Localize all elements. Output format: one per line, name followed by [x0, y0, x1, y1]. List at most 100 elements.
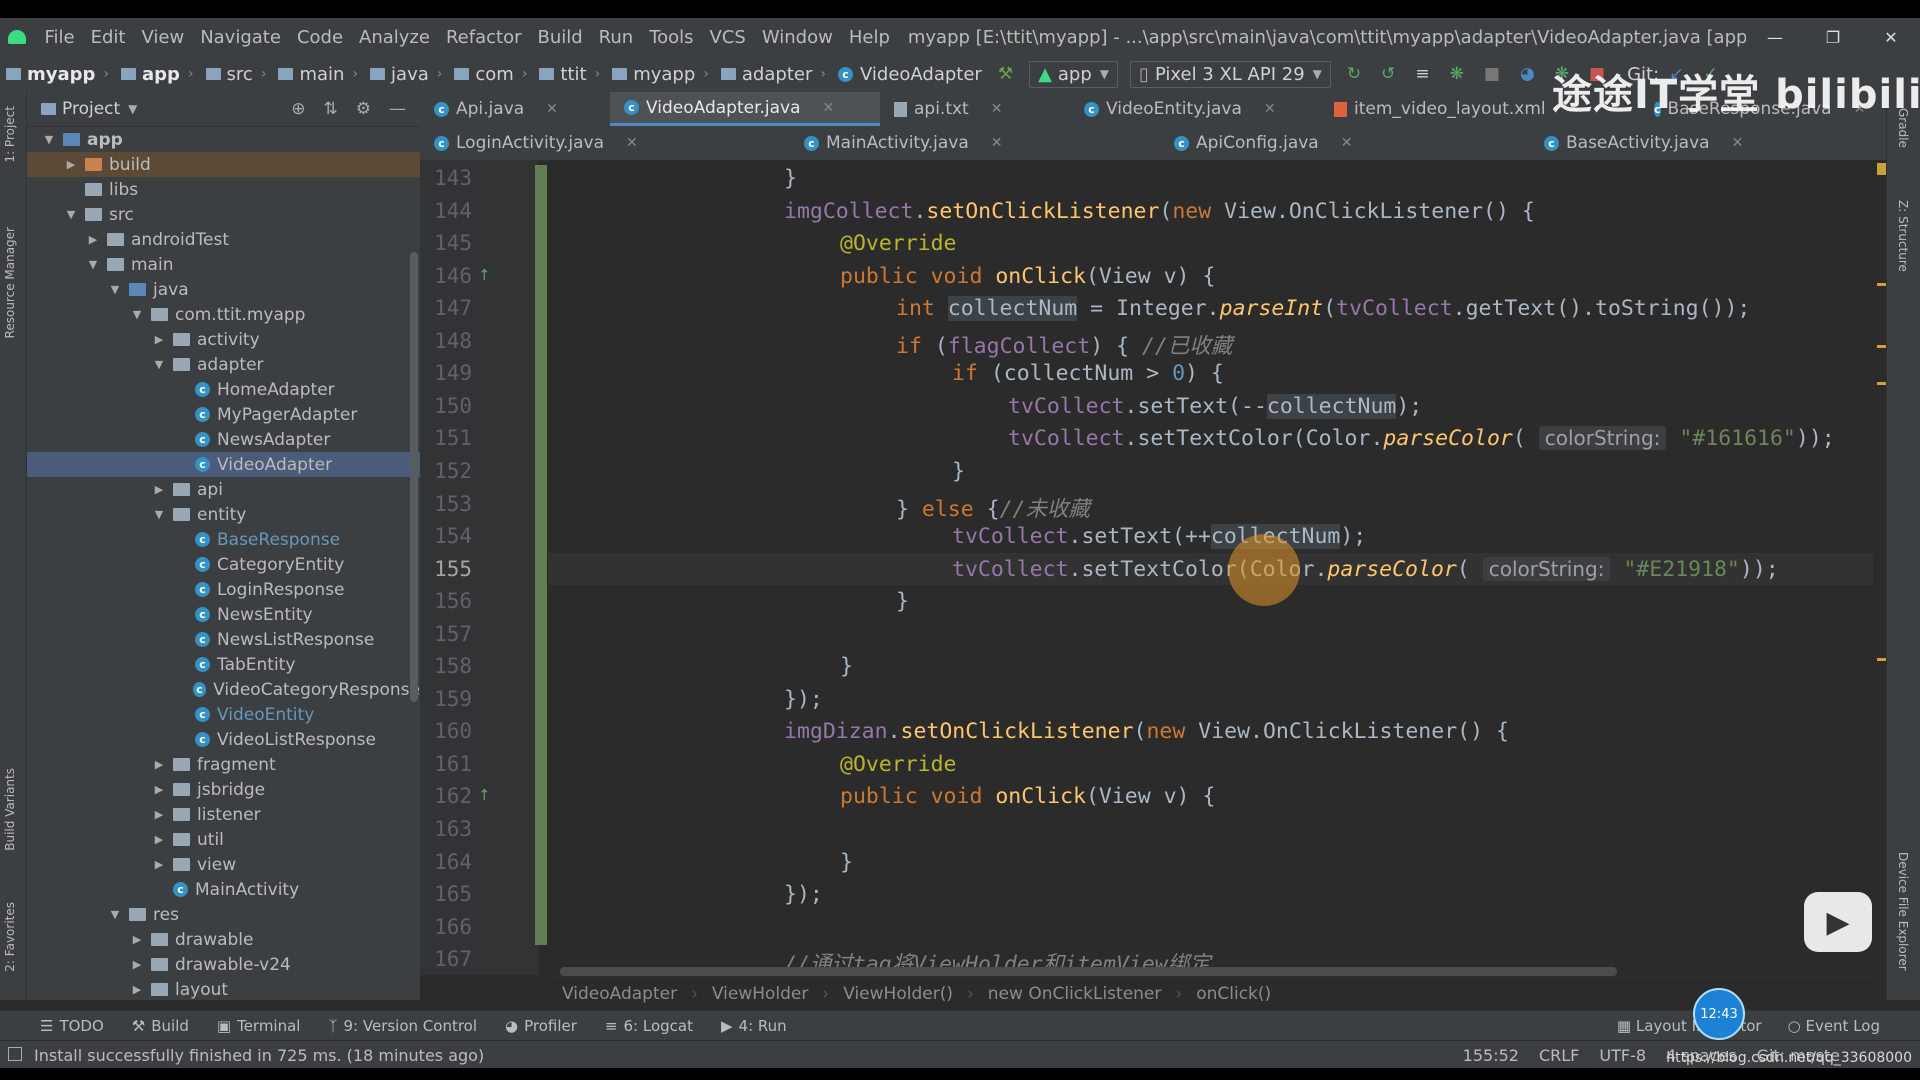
tree-node-mypageradapter[interactable]: c MyPagerAdapter [27, 402, 420, 427]
tab-api-txt[interactable]: api.txt ✕ [880, 92, 1070, 126]
rerun-icon[interactable]: ↻ [1347, 64, 1361, 84]
caret-position[interactable]: 155:52 [1463, 1046, 1519, 1065]
close-tab-icon[interactable]: ✕ [546, 101, 558, 117]
tab-mainactivity-java[interactable]: c MainActivity.java ✕ [790, 126, 1160, 160]
make-project-hammer-icon[interactable]: ⚒ [998, 64, 1013, 84]
path-crumb[interactable]: java › [364, 64, 448, 85]
menu-item-help[interactable]: Help [841, 27, 898, 48]
inspection-status-icon[interactable] [1877, 163, 1886, 175]
coverage-icon[interactable]: ■ [1484, 64, 1500, 84]
play-icon[interactable]: ▶ [1804, 892, 1872, 952]
collapsed-arrow-icon[interactable]: ▶ [151, 783, 167, 796]
path-crumb[interactable]: ttit › [533, 64, 606, 85]
expanded-arrow-icon[interactable]: ▼ [63, 208, 79, 221]
path-crumb[interactable]: main › [272, 64, 364, 85]
collapsed-arrow-icon[interactable]: ▶ [151, 483, 167, 496]
override-marker-icon[interactable]: ↑ [478, 266, 491, 284]
tree-node-listener[interactable]: ▶ listener [27, 802, 420, 827]
collapse-all-icon[interactable]: ⇅ [324, 99, 338, 119]
minimize-icon[interactable]: — [1746, 28, 1804, 47]
menu-item-analyze[interactable]: Analyze [351, 27, 438, 48]
tab-api-java[interactable]: c Api.java ✕ [420, 92, 610, 126]
tree-node-src[interactable]: ▼ src [27, 202, 420, 227]
hide-icon[interactable]: — [389, 99, 406, 119]
tree-node-mainactivity[interactable]: c MainActivity [27, 877, 420, 902]
menu-item-vcs[interactable]: VCS [702, 27, 754, 48]
menu-item-view[interactable]: View [133, 27, 192, 48]
close-tab-icon[interactable]: ✕ [823, 100, 835, 116]
todo-tool-button[interactable]: ☰ TODO [40, 1017, 104, 1035]
collapsed-arrow-icon[interactable]: ▶ [129, 933, 145, 946]
expanded-arrow-icon[interactable]: ▼ [129, 308, 145, 321]
tab-loginactivity-java[interactable]: c LoginActivity.java ✕ [420, 126, 790, 160]
menu-item-edit[interactable]: Edit [83, 27, 134, 48]
menu-item-tools[interactable]: Tools [641, 27, 701, 48]
menu-item-code[interactable]: Code [289, 27, 351, 48]
device-file-explorer-label[interactable]: Device File Explorer [1896, 852, 1910, 971]
tree-node-newslistresponse[interactable]: c NewsListResponse [27, 627, 420, 652]
line-separator[interactable]: CRLF [1539, 1046, 1579, 1065]
structure-tool-label[interactable]: Z: Structure [1896, 200, 1910, 272]
path-crumb[interactable]: com › [448, 64, 533, 85]
close-tab-icon[interactable]: ✕ [991, 101, 1003, 117]
expanded-arrow-icon[interactable]: ▼ [151, 358, 167, 371]
list-icon[interactable]: ≡ [1415, 64, 1429, 84]
menu-item-window[interactable]: Window [754, 27, 841, 48]
tree-node-videoadapter[interactable]: c VideoAdapter [27, 452, 420, 477]
tree-node-libs[interactable]: libs [27, 177, 420, 202]
profile-icon[interactable]: ◕ [1520, 64, 1535, 84]
tree-node-layout[interactable]: ▶ layout [27, 977, 420, 1002]
horizontal-scrollbar[interactable] [560, 967, 1617, 976]
tree-node-videocategoryresponse[interactable]: c VideoCategoryResponse [27, 677, 420, 702]
logcat-tool-button[interactable]: ≡ 6: Logcat [605, 1017, 693, 1035]
tree-node-main[interactable]: ▼ main [27, 252, 420, 277]
close-tab-icon[interactable]: ✕ [1732, 135, 1744, 151]
status-message[interactable]: Install successfully finished in 725 ms.… [34, 1046, 484, 1065]
tree-node-newsadapter[interactable]: c NewsAdapter [27, 427, 420, 452]
collapsed-arrow-icon[interactable]: ▶ [151, 808, 167, 821]
version-control-tool-button[interactable]: ᛉ 9: Version Control [328, 1017, 477, 1035]
expanded-arrow-icon[interactable]: ▼ [85, 258, 101, 271]
warning-mark[interactable] [1877, 658, 1886, 661]
favorites-tool-label[interactable]: 2: Favorites [3, 902, 17, 972]
close-tab-icon[interactable]: ✕ [1341, 135, 1353, 151]
tab-videoadapter-java[interactable]: c VideoAdapter.java ✕ [610, 92, 880, 126]
tab-apiconfig-java[interactable]: c ApiConfig.java ✕ [1160, 126, 1530, 160]
tree-node-entity[interactable]: ▼ entity [27, 502, 420, 527]
tree-node-adapter[interactable]: ▼ adapter [27, 352, 420, 377]
project-tool-label[interactable]: 1: Project [3, 106, 17, 163]
tree-node-util[interactable]: ▶ util [27, 827, 420, 852]
warning-mark[interactable] [1877, 382, 1886, 385]
project-view-select[interactable]: Project ▼ [41, 99, 137, 119]
event-log-button[interactable]: ○ Event Log [1788, 1017, 1880, 1035]
collapsed-arrow-icon[interactable]: ▶ [129, 958, 145, 971]
resource-manager-tool-label[interactable]: Resource Manager [3, 227, 17, 338]
gear-icon[interactable]: ⚙ [356, 99, 371, 119]
expanded-arrow-icon[interactable]: ▼ [107, 283, 123, 296]
tree-node-fragment[interactable]: ▶ fragment [27, 752, 420, 777]
path-crumb[interactable]: myapp › [0, 64, 115, 85]
tree-node-app[interactable]: ▼ app [27, 127, 420, 152]
expanded-arrow-icon[interactable]: ▼ [151, 508, 167, 521]
collapsed-arrow-icon[interactable]: ▶ [151, 758, 167, 771]
tree-node-videoentity[interactable]: c VideoEntity [27, 702, 420, 727]
warning-mark[interactable] [1877, 345, 1886, 348]
debug-icon[interactable]: ❋ [1450, 64, 1464, 84]
tree-node-drawable[interactable]: ▶ drawable [27, 927, 420, 952]
tree-node-view[interactable]: ▶ view [27, 852, 420, 877]
close-icon[interactable]: ✕ [1862, 28, 1920, 47]
tree-node-drawable-v24[interactable]: ▶ drawable-v24 [27, 952, 420, 977]
tree-node-res[interactable]: ▼ res [27, 902, 420, 927]
warning-mark[interactable] [1877, 283, 1886, 286]
code-breadcrumb-item[interactable]: new OnClickListener [974, 984, 1176, 1004]
restore-icon[interactable]: ❐ [1804, 28, 1862, 47]
tree-node-androidtest[interactable]: ▶ androidTest [27, 227, 420, 252]
project-scrollbar[interactable] [410, 252, 418, 702]
terminal-tool-button[interactable]: ▣ Terminal [217, 1017, 301, 1035]
tree-node-java[interactable]: ▼ java [27, 277, 420, 302]
path-crumb[interactable]: c VideoAdapter [832, 64, 988, 85]
menu-item-refactor[interactable]: Refactor [438, 27, 530, 48]
run-tool-button[interactable]: ▶ 4: Run [721, 1017, 787, 1035]
tree-node-tabentity[interactable]: c TabEntity [27, 652, 420, 677]
path-crumb[interactable]: src › [200, 64, 273, 85]
